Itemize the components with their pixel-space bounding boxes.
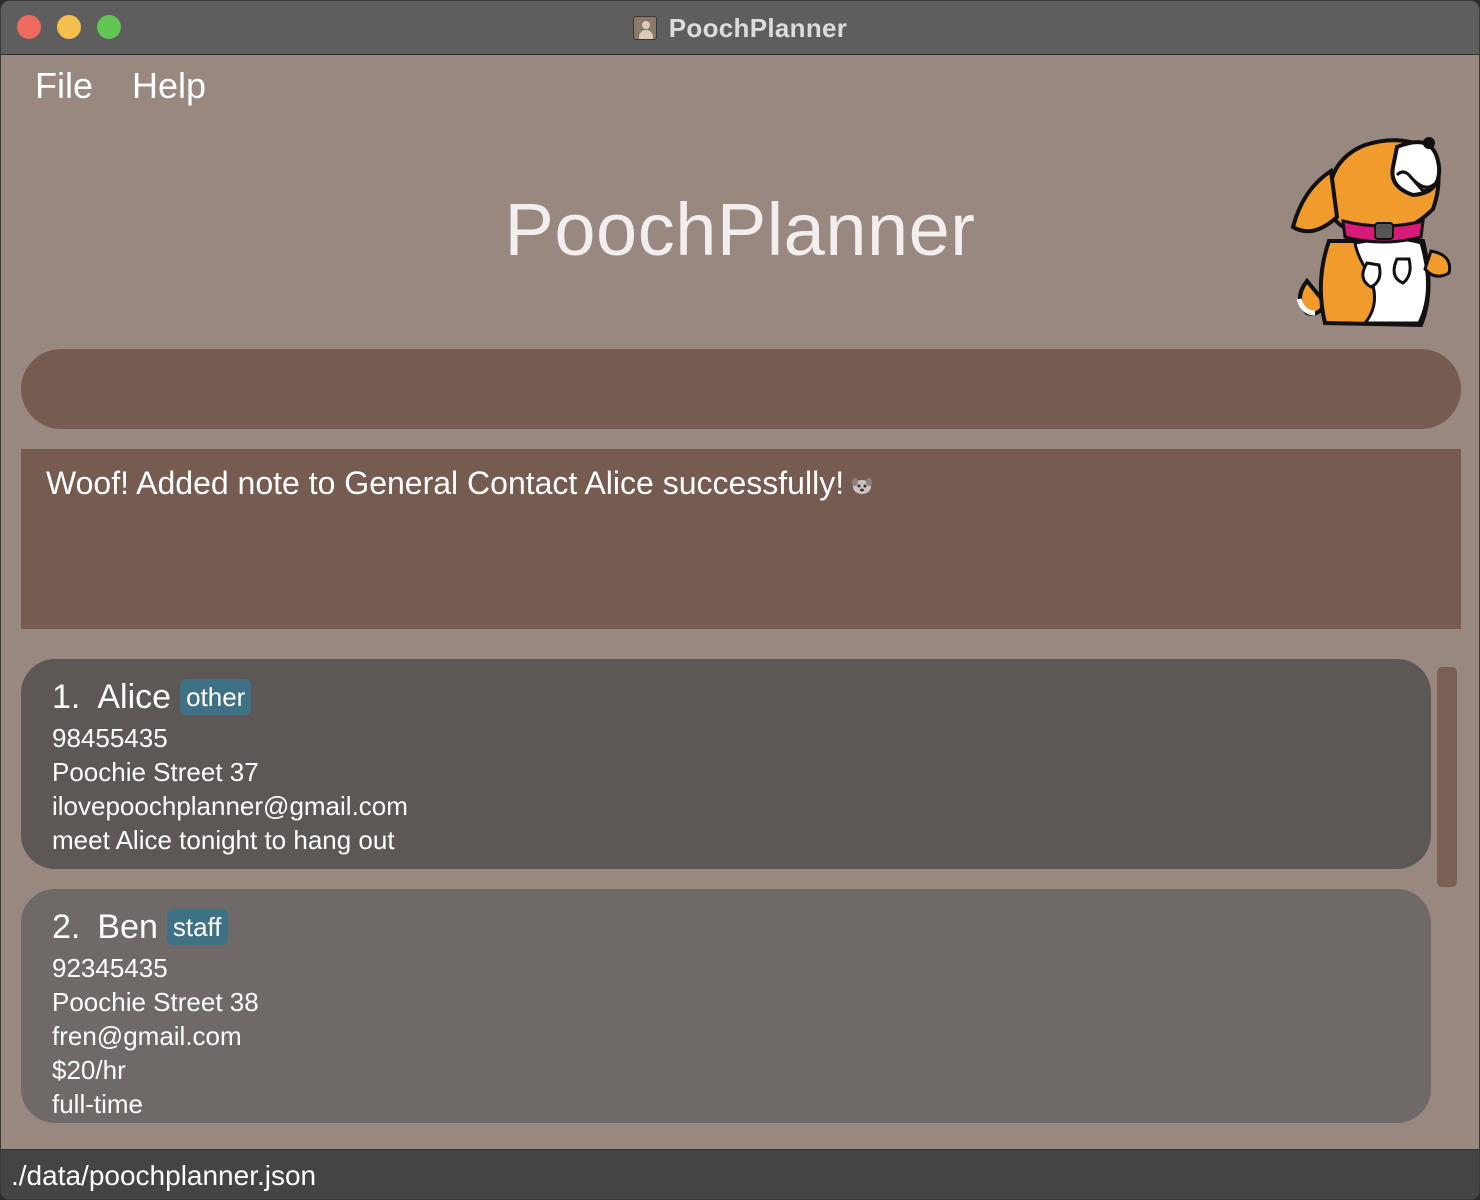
contact-tag: other [180,679,252,715]
result-display: Woof! Added note to General Contact Alic… [21,449,1461,629]
contact-header: 2. Ben staff [52,907,1400,947]
contact-email: fren@gmail.com [52,1021,242,1051]
result-message: Woof! Added note to General Contact Alic… [46,465,845,501]
contact-employment: full-time [52,1089,144,1119]
contact-phone: 92345435 [52,953,168,983]
contact-name: Alice [97,677,172,716]
list-scrollbar[interactable] [1437,667,1457,887]
command-input[interactable] [21,349,1461,429]
contact-address: Poochie Street 38 [52,987,259,1017]
app-window: PoochPlanner File Help PoochPlanner Woof… [0,0,1480,1200]
window-title-group: PoochPlanner [1,1,1479,55]
status-bar: ./data/poochplanner.json [1,1149,1479,1199]
title-bar: PoochPlanner [1,1,1479,55]
contact-phone: 98455435 [52,723,168,753]
contact-note: meet Alice tonight to hang out [52,825,395,855]
contact-name: Ben [97,907,158,946]
dog-face-icon [852,478,873,494]
window-title: PoochPlanner [668,12,848,43]
contact-index: 1. [52,677,81,716]
menu-file[interactable]: File [35,65,93,107]
dog-mascot-icon [1290,137,1452,328]
app-heading: PoochPlanner [504,188,976,271]
contact-index: 2. [52,907,81,946]
app-icon [632,16,657,40]
contact-email: ilovepoochplanner@gmail.com [52,791,408,821]
contact-tag: staff [166,909,228,945]
contact-header: 1. Alice other [52,677,1400,717]
contact-address: Poochie Street 37 [52,757,259,787]
menu-help[interactable]: Help [132,65,206,107]
contact-salary: $20/hr [52,1055,126,1085]
contact-card[interactable]: 2. Ben staff 92345435 Poochie Street 38 … [21,889,1431,1123]
save-file-path: ./data/poochplanner.json [11,1159,317,1191]
contact-card[interactable]: 1. Alice other 98455435 Poochie Street 3… [21,659,1431,869]
menu-bar: File Help [35,65,206,107]
